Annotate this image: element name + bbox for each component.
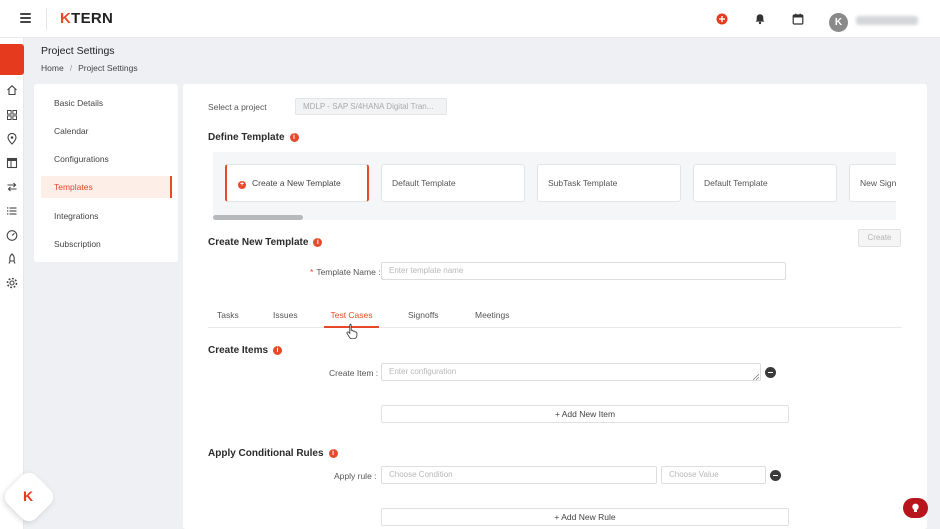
board-icon[interactable] [6, 157, 18, 169]
info-icon[interactable]: i [289, 133, 299, 142]
remove-rule-icon[interactable] [770, 470, 781, 481]
define-template-title: Define Template i [208, 132, 299, 143]
rocket-icon[interactable] [6, 253, 18, 265]
ktern-icon: K [23, 488, 34, 504]
breadcrumb: Home / Project Settings [41, 63, 138, 73]
add-circle-icon[interactable] [716, 13, 728, 25]
add-new-rule-button[interactable]: + Add New Rule [381, 508, 789, 526]
dashboard-icon[interactable] [6, 229, 18, 241]
choose-value-select[interactable]: Choose Value [661, 466, 766, 484]
breadcrumb-home[interactable]: Home [41, 63, 64, 73]
home-icon[interactable] [6, 84, 18, 96]
tab-meetings[interactable]: Meetings [475, 310, 510, 328]
template-card[interactable]: New Signoff Template [849, 164, 896, 202]
add-new-item-button[interactable]: + Add New Item [381, 405, 789, 423]
sidenav-item-integrations[interactable]: Integrations [41, 205, 172, 227]
conditional-rules-title: Apply Conditional Rules i [208, 448, 338, 459]
header-divider [46, 8, 47, 30]
required-mark: * [310, 267, 314, 277]
choose-condition-select[interactable]: Choose Condition [381, 466, 657, 484]
resize-handle-icon[interactable] [753, 374, 759, 380]
grid-icon[interactable] [6, 109, 18, 121]
sidenav-item-templates[interactable]: Templates [41, 176, 172, 198]
sidenav-item-basic-details[interactable]: Basic Details [41, 92, 172, 114]
info-icon[interactable]: i [273, 346, 283, 355]
rail-accent [0, 44, 24, 75]
remove-item-icon[interactable] [765, 367, 776, 378]
menu-icon[interactable] [20, 13, 31, 23]
create-new-template-title: Create New Template i [208, 237, 323, 248]
settings-sidenav: Basic Details Calendar Configurations Te… [34, 84, 178, 262]
bell-icon[interactable] [754, 13, 766, 25]
main-panel: Select a project MDLP - SAP S/4HANA Digi… [183, 84, 927, 529]
calendar-icon[interactable] [792, 13, 804, 25]
sidenav-item-subscription[interactable]: Subscription [41, 233, 172, 255]
breadcrumb-current: Project Settings [78, 63, 138, 73]
hand-cursor-icon [346, 323, 358, 339]
project-select[interactable]: MDLP - SAP S/4HANA Digital Tran... [295, 98, 447, 115]
tab-tasks[interactable]: Tasks [217, 310, 239, 328]
template-name-input[interactable]: Enter template name [381, 262, 786, 280]
list-icon[interactable] [6, 205, 18, 217]
lightbulb-icon [912, 503, 919, 512]
page-title: Project Settings [41, 45, 115, 57]
user-name-redacted [856, 16, 918, 25]
select-project-label: Select a project [208, 102, 267, 112]
plus-circle-icon: + [238, 181, 246, 189]
template-card[interactable]: Default Template [693, 164, 837, 202]
create-template-card[interactable]: + Create a New Template [225, 164, 369, 202]
help-button[interactable] [903, 498, 928, 518]
avatar[interactable]: K [829, 13, 848, 32]
location-icon[interactable] [6, 133, 18, 145]
create-item-textarea[interactable]: Enter configuration [381, 363, 761, 381]
type-tabs: Tasks Issues Test Cases Signoffs Meeting… [208, 306, 902, 328]
carousel-scrollbar[interactable] [213, 215, 303, 220]
apply-rule-label: Apply rule : [334, 471, 377, 481]
template-card[interactable]: SubTask Template [537, 164, 681, 202]
template-carousel: + Create a New Template Default Template … [213, 152, 896, 220]
template-card[interactable]: Default Template [381, 164, 525, 202]
app-logo[interactable]: KTERN [60, 10, 113, 27]
create-item-label: Create Item : [329, 368, 379, 378]
breadcrumb-separator: / [69, 63, 73, 73]
tab-signoffs[interactable]: Signoffs [408, 310, 439, 328]
info-icon[interactable]: i [328, 449, 338, 458]
sidenav-item-calendar[interactable]: Calendar [41, 120, 172, 142]
settings-icon[interactable] [6, 277, 18, 289]
create-items-title: Create Items i [208, 345, 283, 356]
info-icon[interactable]: i [313, 238, 323, 247]
left-rail [0, 38, 24, 529]
top-bar: KTERN K [0, 0, 940, 38]
sidenav-item-configurations[interactable]: Configurations [41, 148, 172, 170]
transfer-icon[interactable] [6, 181, 18, 193]
tab-issues[interactable]: Issues [273, 310, 298, 328]
create-button[interactable]: Create [858, 229, 901, 247]
template-name-label: * Template Name : [310, 267, 381, 277]
